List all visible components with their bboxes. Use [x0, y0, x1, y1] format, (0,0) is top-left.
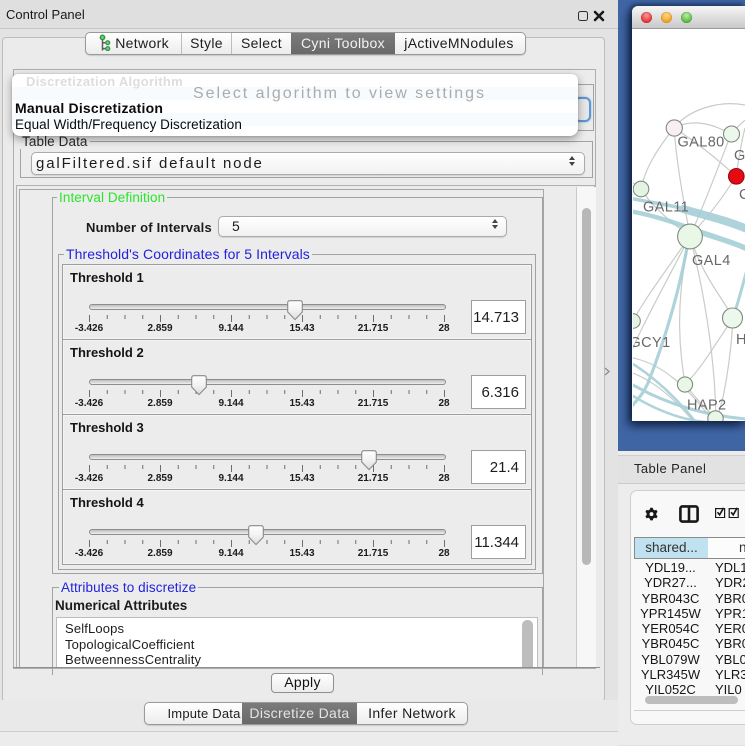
svg-text:GCY1: GCY1 — [633, 335, 671, 351]
svg-text:GAL80: GAL80 — [678, 135, 725, 151]
svg-text:HAP2: HAP2 — [687, 398, 726, 414]
svg-text:GAL11: GAL11 — [643, 200, 689, 216]
svg-text:C: C — [739, 187, 745, 203]
svg-text:G..: G.. — [734, 148, 745, 164]
svg-text:H: H — [736, 332, 745, 348]
svg-text:GAL4: GAL4 — [692, 253, 731, 269]
